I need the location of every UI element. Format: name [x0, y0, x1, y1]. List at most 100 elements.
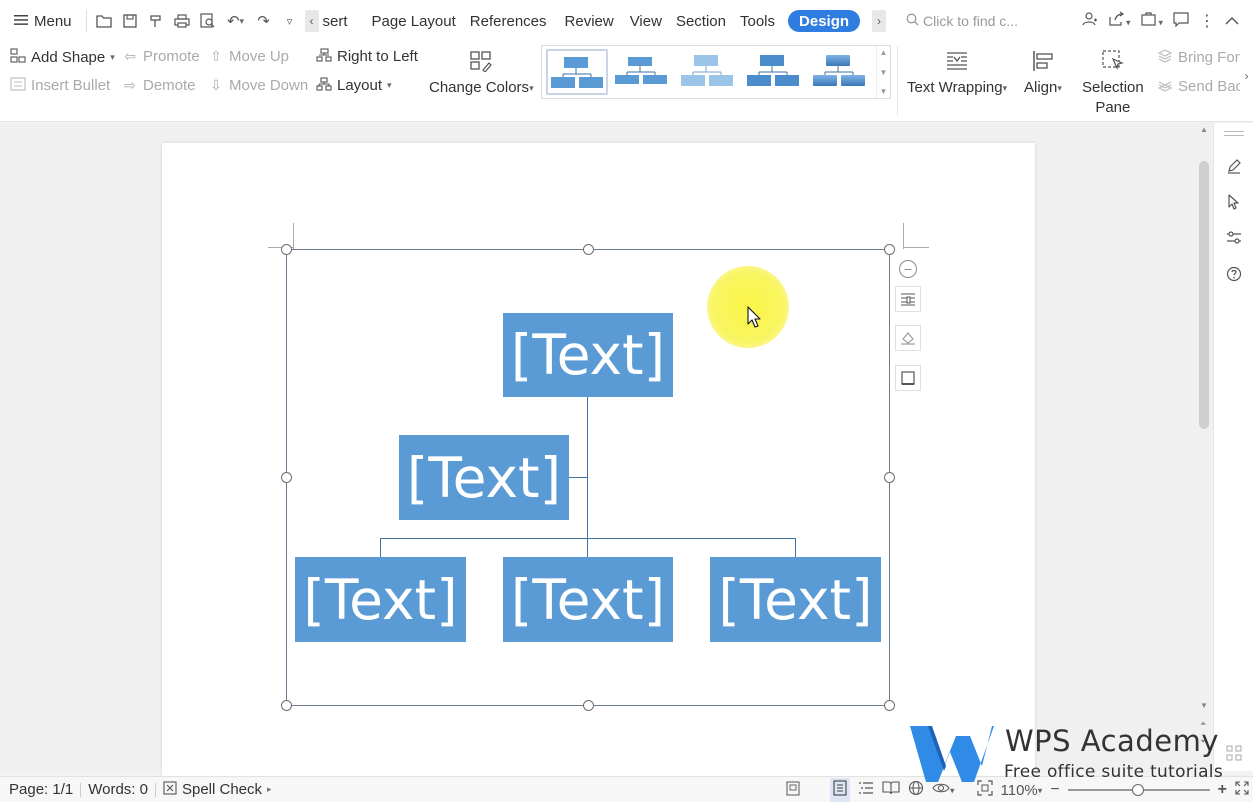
- fill-style-icon[interactable]: [895, 325, 921, 351]
- share-icon[interactable]: ▾: [1108, 11, 1130, 31]
- add-shape-button[interactable]: Add Shape ▾: [10, 48, 115, 66]
- open-folder-icon[interactable]: [91, 8, 117, 34]
- customize-toolbar-icon[interactable]: ▿: [277, 8, 303, 34]
- more-options-icon[interactable]: ⋮: [1199, 11, 1215, 31]
- redo-icon[interactable]: ↷: [251, 8, 277, 34]
- read-mode-icon[interactable]: [882, 781, 900, 799]
- undo-icon[interactable]: ↶ ▾: [221, 8, 251, 34]
- page-view-icon[interactable]: [829, 778, 850, 802]
- style-option-2[interactable]: [612, 49, 674, 95]
- search-box[interactable]: Click to find c...: [906, 13, 1036, 29]
- help-icon[interactable]: [1225, 265, 1243, 283]
- protect-document-icon[interactable]: [786, 780, 800, 800]
- smartart-node-top[interactable]: [Text]: [503, 313, 673, 397]
- promote-button[interactable]: ⇦ Promote: [122, 48, 200, 65]
- gallery-down-icon[interactable]: ▼: [880, 68, 888, 77]
- outline-view-icon[interactable]: [858, 781, 874, 799]
- select-cursor-icon[interactable]: [1225, 193, 1243, 211]
- scroll-down-icon[interactable]: ▼: [1200, 701, 1208, 710]
- print-preview-icon[interactable]: [195, 8, 221, 34]
- style-option-4[interactable]: [744, 49, 806, 95]
- apps-grid-icon[interactable]: [1226, 745, 1242, 764]
- resize-handle-bottom-left[interactable]: [281, 700, 292, 711]
- outline-style-icon[interactable]: [895, 365, 921, 391]
- menu-label: Menu: [34, 12, 72, 30]
- resize-handle-top-right[interactable]: [884, 244, 895, 255]
- text-wrapping-label: Text Wrapping: [907, 79, 1003, 96]
- smartart-node-assistant[interactable]: [Text]: [399, 435, 569, 520]
- style-option-1[interactable]: [546, 49, 608, 95]
- promote-arrow-icon: ⇦: [124, 48, 136, 64]
- layout-icon: [316, 77, 332, 94]
- text-wrapping-button[interactable]: Text Wrapping▾: [907, 48, 1007, 98]
- move-up-button[interactable]: ⇧ Move Up: [208, 48, 289, 65]
- smartart-node-bottom-right[interactable]: [Text]: [710, 557, 881, 642]
- panel-grip: [1224, 135, 1244, 136]
- tab-review[interactable]: Review: [558, 0, 621, 42]
- zoom-slider-thumb[interactable]: [1131, 784, 1144, 796]
- zoom-slider[interactable]: [1067, 783, 1210, 797]
- resize-handle-bottom-right[interactable]: [884, 700, 895, 711]
- format-painter-icon[interactable]: [143, 8, 169, 34]
- tabs-scroll-right-button[interactable]: ›: [872, 10, 887, 32]
- smartart-node-bottom-middle[interactable]: [Text]: [503, 557, 673, 642]
- layout-options-icon[interactable]: [895, 286, 921, 312]
- style-option-3[interactable]: [678, 49, 740, 95]
- page-count[interactable]: Page: 1/1: [0, 781, 80, 798]
- resize-handle-right[interactable]: [884, 472, 895, 483]
- collaborate-icon[interactable]: [1082, 11, 1098, 31]
- vertical-scrollbar[interactable]: ▲ ▼ ⏶ ⏷: [1196, 123, 1212, 771]
- fullscreen-icon[interactable]: [1235, 781, 1249, 799]
- scrollbar-thumb[interactable]: [1199, 161, 1209, 429]
- resize-handle-left[interactable]: [281, 472, 292, 483]
- tab-page-layout[interactable]: Page Layout: [365, 0, 463, 42]
- tabs-scroll-left-button[interactable]: ‹: [304, 10, 319, 32]
- bring-forward-button[interactable]: Bring Fon: [1157, 48, 1243, 67]
- tab-references[interactable]: References: [463, 0, 554, 42]
- search-icon: [906, 13, 919, 29]
- properties-sliders-icon[interactable]: [1225, 229, 1243, 247]
- resize-handle-bottom[interactable]: [583, 700, 594, 711]
- demote-button[interactable]: ⇨ Demote: [122, 77, 195, 94]
- gallery-up-icon[interactable]: ▲: [880, 48, 888, 57]
- send-backward-label: Send Bacl: [1178, 78, 1247, 95]
- right-to-left-label: Right to Left: [337, 48, 418, 65]
- selection-pane-button[interactable]: Selection Pane: [1082, 48, 1144, 118]
- resize-handle-top[interactable]: [583, 244, 594, 255]
- collapse-toolbar-icon[interactable]: −: [899, 260, 917, 278]
- print-icon[interactable]: [169, 8, 195, 34]
- tab-design[interactable]: Design: [788, 10, 861, 32]
- word-count[interactable]: Words: 0: [81, 781, 155, 798]
- send-backward-icon: [1157, 77, 1173, 96]
- text-wrapping-icon: [944, 48, 970, 74]
- smartart-node-bottom-left[interactable]: [Text]: [295, 557, 466, 642]
- menu-button[interactable]: Menu: [0, 0, 82, 42]
- change-colors-button[interactable]: Change Colors▾: [429, 48, 534, 98]
- insert-bullet-button[interactable]: Insert Bullet: [10, 77, 110, 94]
- move-down-button[interactable]: ⇩ Move Down: [208, 77, 308, 94]
- tab-tools[interactable]: Tools: [733, 0, 782, 42]
- tab-view[interactable]: View: [623, 0, 669, 42]
- align-button[interactable]: Align▾: [1024, 48, 1062, 98]
- gallery-scroll[interactable]: ▲ ▼ ▼: [876, 46, 890, 98]
- bring-forward-icon: [1157, 48, 1173, 67]
- ribbon-scroll-right-button[interactable]: ›: [1240, 46, 1253, 106]
- tab-insert[interactable]: sert: [321, 0, 355, 42]
- zoom-level[interactable]: 110%▾: [1001, 782, 1043, 799]
- right-to-left-button[interactable]: Right to Left: [316, 48, 418, 65]
- spell-check-button[interactable]: Spell Check ▸: [156, 780, 279, 799]
- edit-pen-icon[interactable]: [1225, 157, 1243, 175]
- scroll-up-icon[interactable]: ▲: [1200, 125, 1208, 134]
- save-icon[interactable]: [117, 8, 143, 34]
- layout-button[interactable]: Layout ▾: [316, 77, 392, 94]
- tab-section[interactable]: Section: [669, 0, 733, 42]
- resize-handle-top-left[interactable]: [281, 244, 292, 255]
- gallery-expand-icon[interactable]: ▼: [880, 87, 888, 96]
- bring-forward-label: Bring Fon: [1178, 49, 1244, 66]
- toolbox-icon[interactable]: ▾: [1140, 11, 1163, 31]
- send-backward-button[interactable]: Send Bacl: [1157, 77, 1246, 96]
- collapse-ribbon-icon[interactable]: [1225, 13, 1239, 30]
- comment-icon[interactable]: [1173, 11, 1189, 31]
- wps-logo-icon: [910, 726, 994, 782]
- style-option-5[interactable]: [810, 49, 872, 95]
